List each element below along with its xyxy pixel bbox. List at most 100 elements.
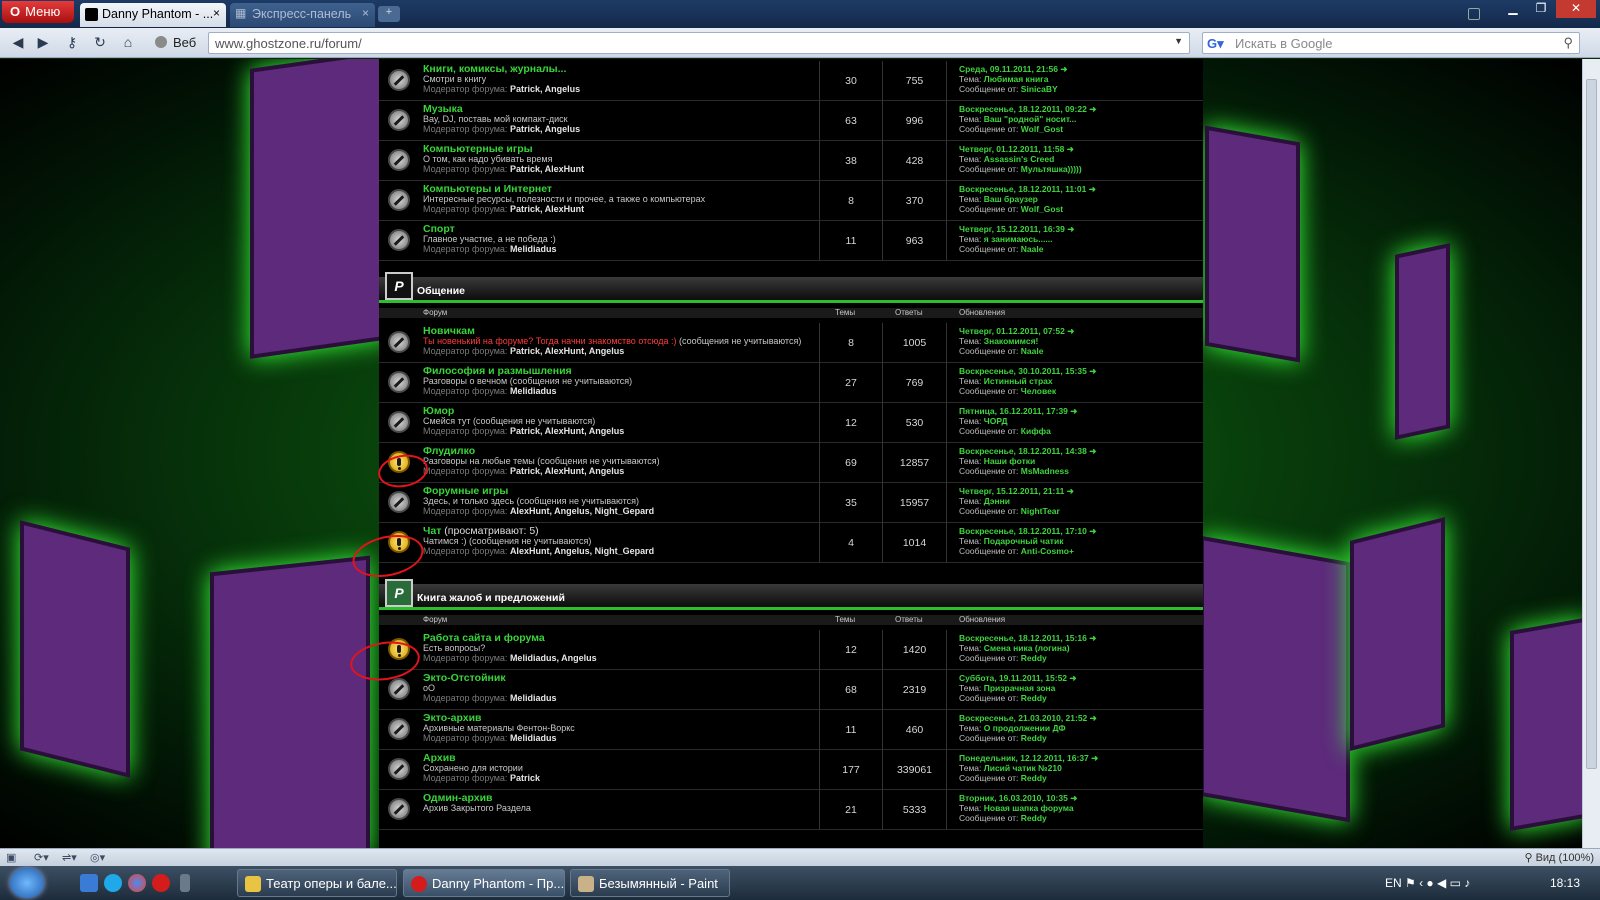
moderator-links[interactable]: Melidiadus (510, 693, 557, 703)
moderator-links[interactable]: Patrick (510, 773, 540, 783)
moderator-links[interactable]: Patrick, Angelus (510, 124, 580, 134)
task-paint[interactable]: Безымянный - Paint (570, 869, 730, 897)
last-post-date-text[interactable]: Воскресенье, 30.10.2011, 15:35 (959, 366, 1087, 376)
tray-icons[interactable]: ⚑ ‹ ● ◀ ▭ ♪ (1402, 876, 1470, 890)
last-post-date-text[interactable]: Воскресенье, 18.12.2011, 14:38 (959, 446, 1087, 456)
moderator-links[interactable]: Patrick, AlexHunt, Angelus (510, 426, 624, 436)
moderator-links[interactable]: Melidiadus (510, 386, 557, 396)
last-topic-link[interactable]: ЧОРД (984, 416, 1008, 426)
last-topic-link[interactable]: Новая шапка форума (984, 803, 1074, 813)
last-post-date-text[interactable]: Понедельник, 12.12.2011, 16:37 (959, 753, 1089, 763)
author-link[interactable]: Reddy (1021, 813, 1047, 823)
skype-icon[interactable] (104, 874, 122, 892)
last-post-date-text[interactable]: Четверг, 01.12.2011, 11:58 (959, 144, 1064, 154)
go-to-post-icon[interactable]: ➜ (1089, 526, 1096, 536)
desktop-icon[interactable] (80, 874, 98, 892)
author-link[interactable]: Киффа (1021, 426, 1051, 436)
new-tab-button[interactable]: + (378, 6, 400, 22)
moderator-links[interactable]: AlexHunt, Angelus, Night_Gepard (510, 506, 654, 516)
tab-close-icon[interactable]: × (213, 6, 220, 20)
last-post-date-text[interactable]: Среда, 09.11.2011, 21:56 (959, 64, 1058, 74)
back-icon[interactable]: ◀ (8, 34, 28, 52)
chrome-icon[interactable] (128, 874, 146, 892)
scrollbar-thumb[interactable] (1586, 79, 1597, 769)
vertical-scrollbar[interactable] (1582, 59, 1600, 848)
clock[interactable]: 18:13 (1550, 876, 1580, 890)
google-icon[interactable]: G▾ (1207, 36, 1224, 52)
go-to-post-icon[interactable]: ➜ (1090, 713, 1097, 723)
task-theatre[interactable]: Театр оперы и бале... (237, 869, 397, 897)
category-title[interactable]: Общение (417, 285, 465, 297)
system-tray[interactable]: EN ⚑ ‹ ● ◀ ▭ ♪ (1385, 876, 1470, 890)
last-topic-link[interactable]: я занимаюсь...... (984, 234, 1053, 244)
go-to-post-icon[interactable]: ➜ (1089, 633, 1096, 643)
go-to-post-icon[interactable]: ➜ (1089, 366, 1096, 376)
last-topic-link[interactable]: Лисий чатик №210 (984, 763, 1062, 773)
last-topic-link[interactable]: Подарочный чатик (984, 536, 1064, 546)
moderator-links[interactable]: Patrick, AlexHunt, Angelus (510, 466, 624, 476)
chevron-down-icon[interactable]: ▼ (1174, 36, 1183, 46)
author-link[interactable]: Мультяшка))))) (1021, 164, 1082, 174)
key-icon[interactable]: ⚷ (62, 34, 82, 52)
opera-icon[interactable] (152, 874, 170, 892)
category-title[interactable]: Книга жалоб и предложений (417, 592, 565, 604)
moderator-links[interactable]: AlexHunt, Angelus, Night_Gepard (510, 546, 654, 556)
last-post-date-text[interactable]: Пятница, 16.12.2011, 17:39 (959, 406, 1068, 416)
author-link[interactable]: MsMadness (1021, 466, 1069, 476)
go-to-post-icon[interactable]: ➜ (1067, 224, 1074, 234)
security-badge[interactable]: Веб (155, 35, 196, 50)
tab-danny-phantom[interactable]: Danny Phantom - ... × (80, 3, 226, 27)
reload-icon[interactable]: ↻ (90, 34, 110, 52)
last-topic-link[interactable]: Призрачная зона (984, 683, 1056, 693)
maximize-button[interactable]: ❐ (1528, 0, 1554, 18)
last-post-date-text[interactable]: Воскресенье, 18.12.2011, 11:01 (959, 184, 1086, 194)
moderator-links[interactable]: Patrick, AlexHunt (510, 164, 584, 174)
last-topic-link[interactable]: Assassin's Creed (984, 154, 1055, 164)
last-post-date-text[interactable]: Четверг, 15.12.2011, 21:11 (959, 486, 1064, 496)
last-topic-link[interactable]: Дэнни (984, 496, 1010, 506)
tab-express-panel[interactable]: ▦ Экспресс-панель × (230, 3, 375, 27)
go-to-post-icon[interactable]: ➜ (1067, 486, 1074, 496)
go-to-post-icon[interactable]: ➜ (1067, 144, 1074, 154)
search-input[interactable]: G▾ Искать в Google ⚲ (1202, 32, 1580, 54)
author-link[interactable]: Reddy (1021, 693, 1047, 703)
forum-title[interactable]: Экто-Отстойник (423, 672, 506, 684)
moderator-links[interactable]: Patrick, AlexHunt (510, 204, 584, 214)
home-icon[interactable]: ⌂ (118, 34, 138, 52)
forward-icon[interactable]: ▶ (33, 34, 53, 52)
tab-close-icon[interactable]: × (362, 6, 369, 20)
go-to-post-icon[interactable]: ➜ (1089, 446, 1096, 456)
tab-menu-icon[interactable] (1468, 8, 1480, 20)
sync-icon[interactable]: ⟳▾ (34, 851, 49, 864)
opera-menu-button[interactable]: O Меню (2, 1, 74, 23)
search-icon[interactable]: ⚲ (1563, 35, 1573, 51)
author-link[interactable]: NightTear (1021, 506, 1060, 516)
last-topic-link[interactable]: Знакомимся! (984, 336, 1039, 346)
author-link[interactable]: Naale (1021, 244, 1044, 254)
last-topic-link[interactable]: О продолжении ДФ (984, 723, 1066, 733)
go-to-post-icon[interactable]: ➜ (1089, 104, 1096, 114)
author-link[interactable]: Reddy (1021, 653, 1047, 663)
last-topic-link[interactable]: Ваш "родной" носит... (984, 114, 1077, 124)
task-danny-phantom[interactable]: Danny Phantom - Пр... (403, 869, 565, 897)
last-topic-link[interactable]: Истинный страх (984, 376, 1053, 386)
moderator-links[interactable]: Melidiadus (510, 244, 557, 254)
last-post-date-text[interactable]: Воскресенье, 18.12.2011, 15:16 (959, 633, 1087, 643)
last-topic-link[interactable]: Наши фотки (984, 456, 1036, 466)
go-to-post-icon[interactable]: ➜ (1067, 326, 1074, 336)
author-link[interactable]: Wolf_Gost (1021, 124, 1063, 134)
minimize-button[interactable]: ▁ (1500, 0, 1526, 18)
forum-title-link[interactable]: Экто-Отстойник (423, 672, 506, 684)
last-post-date-text[interactable]: Вторник, 16.03.2010, 10:35 (959, 793, 1068, 803)
language-indicator[interactable]: EN (1385, 876, 1402, 890)
go-to-post-icon[interactable]: ➜ (1060, 64, 1067, 74)
last-post-date-text[interactable]: Четверг, 15.12.2011, 16:39 (959, 224, 1065, 234)
moderator-links[interactable]: Patrick, Angelus (510, 84, 580, 94)
speed-dial-icon[interactable]: ◎▾ (90, 851, 105, 864)
go-to-post-icon[interactable]: ➜ (1070, 406, 1077, 416)
zoom-control[interactable]: ⚲ Вид (100%) (1524, 851, 1594, 864)
moderator-links[interactable]: Melidiadus (510, 733, 557, 743)
last-post-date-text[interactable]: Воскресенье, 18.12.2011, 09:22 (959, 104, 1087, 114)
close-window-button[interactable]: ✕ (1556, 0, 1596, 18)
last-topic-link[interactable]: Любимая книга (984, 74, 1049, 84)
